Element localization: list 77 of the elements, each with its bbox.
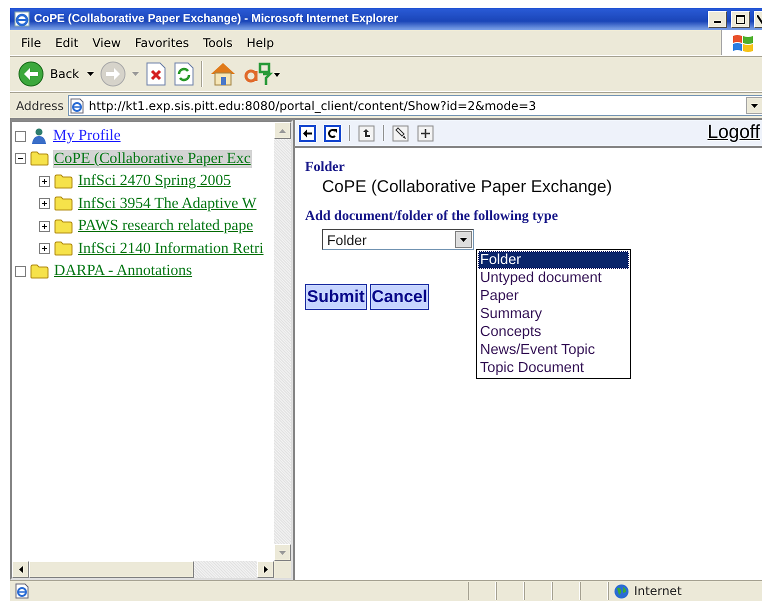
tree-link[interactable]: InfSci 2470 Spring 2005	[77, 172, 232, 190]
windows-logo-icon	[732, 32, 754, 52]
folder-icon	[30, 151, 49, 166]
menu-item[interactable]: View	[85, 34, 128, 52]
dropdown-option[interactable]: Concepts	[478, 323, 629, 341]
field-label: Add document/folder of the following type	[305, 209, 559, 225]
folder-name: CoPE (Collaborative Paper Exchange)	[321, 177, 614, 197]
field-label: Folder	[305, 160, 346, 176]
maximize-icon	[736, 14, 745, 24]
close-icon	[756, 14, 762, 24]
expand-toggle[interactable]	[39, 243, 50, 254]
address-field[interactable]: http://kt1.exp.sis.pitt.edu:8080/portal_client/content/Show?id=2&mode=3	[68, 95, 762, 116]
address-label: Address	[16, 98, 64, 112]
menu-item[interactable]: Edit	[48, 34, 86, 52]
logoff-link[interactable]: Logoff	[708, 122, 760, 144]
dropdown-option[interactable]: Untyped document	[478, 269, 629, 287]
dropdown-button[interactable]	[746, 97, 762, 114]
form-button[interactable]: Submit	[305, 284, 367, 310]
browser-icon	[14, 11, 30, 27]
dropdown-option[interactable]: Paper	[478, 287, 629, 305]
minimize-button[interactable]	[708, 10, 727, 28]
expand-toggle[interactable]	[15, 153, 26, 164]
back-button[interactable]: Back	[16, 59, 82, 89]
folder-icon	[54, 174, 73, 189]
horizontal-scrollbar[interactable]	[12, 561, 274, 578]
tree-link[interactable]: PAWS research related pape	[77, 217, 254, 236]
home-button[interactable]	[209, 61, 238, 87]
back-arrow-button[interactable]	[299, 124, 316, 142]
person-icon	[30, 127, 48, 146]
expand-toggle[interactable]	[39, 220, 50, 232]
window-title: CoPE (Collaborative Paper Exchange) - Microsoft Internet Explorer	[34, 13, 400, 25]
expand-toggle[interactable]	[39, 176, 50, 187]
dropdown-caret-icon[interactable]	[87, 72, 94, 76]
maximize-button[interactable]	[731, 10, 750, 28]
close-button[interactable]	[754, 10, 762, 28]
menu-item[interactable]: File	[14, 34, 48, 52]
edit-button[interactable]	[392, 124, 409, 142]
status-panel	[468, 582, 496, 600]
folder-icon	[30, 264, 49, 279]
dropdown-caret-icon[interactable]	[460, 238, 467, 242]
tree-link[interactable]: My Profile	[52, 127, 122, 146]
refresh-button[interactable]	[324, 124, 341, 142]
tree-link[interactable]: DARPA - Annotations	[53, 262, 194, 280]
add-button[interactable]	[417, 124, 434, 142]
dropdown-option[interactable]: News/Event Topic	[478, 341, 629, 359]
tree-link[interactable]: InfSci 2140 Information Retri	[77, 240, 265, 258]
folder-icon	[54, 196, 73, 212]
expand-toggle[interactable]	[39, 198, 50, 210]
status-panel	[496, 582, 524, 600]
menu-item[interactable]: Favorites	[128, 34, 196, 52]
up-arrow-button[interactable]	[358, 124, 375, 142]
globe-icon	[614, 584, 629, 598]
dropdown-option[interactable]: Summary	[478, 305, 629, 323]
tree-checkbox[interactable]	[15, 266, 26, 277]
menu-item[interactable]: Tools	[196, 34, 240, 52]
status-panel	[524, 582, 552, 600]
menu-item[interactable]: Help	[240, 34, 281, 52]
caret-icon	[751, 104, 758, 108]
translate-button[interactable]	[243, 61, 282, 87]
tree-link[interactable]: InfSci 3954 The Adaptive W	[77, 194, 258, 213]
page-icon	[14, 583, 30, 599]
page-icon	[68, 98, 85, 114]
form-button[interactable]: Cancel	[370, 284, 430, 310]
stop-button[interactable]	[145, 62, 168, 86]
dropdown-option[interactable]: Topic Document	[478, 359, 629, 377]
type-dropdown[interactable]: Folder	[322, 229, 474, 250]
tree-link[interactable]: CoPE (Collaborative Paper Exc	[53, 150, 252, 168]
scroll-left-icon[interactable]	[18, 566, 22, 573]
tree-checkbox[interactable]	[15, 130, 26, 142]
dropdown-option[interactable]: Folder	[478, 251, 629, 269]
scrollbar-corner	[274, 561, 291, 578]
folder-icon	[54, 218, 73, 234]
status-panel	[580, 582, 608, 600]
security-zone: Internet	[634, 584, 682, 598]
scroll-right-icon[interactable]	[264, 566, 268, 573]
folder-icon	[54, 241, 73, 256]
status-panel	[552, 582, 580, 600]
